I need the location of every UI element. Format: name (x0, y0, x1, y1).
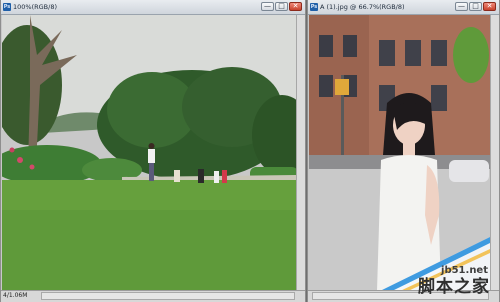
person (222, 170, 227, 183)
window-controls: — □ ✕ (261, 2, 302, 11)
vertical-scrollbar[interactable] (490, 15, 499, 291)
window-title: A (1).jpg @ 66.7%(RGB/8) (320, 3, 405, 11)
leaves (453, 27, 489, 83)
window-pane (405, 40, 421, 66)
window-titlebar[interactable]: Ps 100%(RGB/8) — □ ✕ (1, 0, 305, 15)
window-pane (319, 35, 333, 57)
minimize-button[interactable]: — (455, 2, 468, 11)
document-window-right: Ps A (1).jpg @ 66.7%(RGB/8) — □ ✕ (307, 0, 500, 302)
window-pane (343, 35, 357, 57)
neck (403, 143, 415, 157)
doc-size-readout: 4/1.06M (3, 292, 28, 299)
close-button[interactable]: ✕ (289, 2, 302, 11)
street-portrait-photo (309, 15, 490, 291)
person (149, 163, 154, 181)
window-pane (319, 75, 333, 97)
vertical-scrollbar[interactable] (296, 15, 305, 291)
flower (29, 164, 35, 170)
restore-button[interactable]: □ (469, 2, 482, 11)
person (148, 149, 155, 163)
person (148, 143, 155, 149)
window-pane (431, 85, 447, 111)
window-controls: — □ ✕ (455, 2, 496, 11)
status-bar: 4/1.06M (1, 290, 305, 302)
park-photo (2, 15, 296, 291)
window-pane (379, 40, 395, 66)
person (198, 169, 204, 183)
traffic-light (335, 79, 349, 95)
photoshop-doc-icon: Ps (3, 3, 11, 11)
flower (9, 147, 15, 153)
horizontal-scrollbar[interactable] (41, 292, 295, 300)
person (174, 170, 180, 182)
lawn-highlight (2, 180, 296, 210)
person (214, 171, 219, 183)
watermark-text: 脚本之家 (418, 277, 490, 297)
document-canvas[interactable] (2, 15, 296, 291)
restore-button[interactable]: □ (275, 2, 288, 11)
window-titlebar[interactable]: Ps A (1).jpg @ 66.7%(RGB/8) — □ ✕ (308, 0, 499, 15)
flower (17, 157, 23, 163)
photoshop-doc-icon: Ps (310, 3, 318, 11)
document-window-left: Ps 100%(RGB/8) — □ ✕ 4/1.06M (0, 0, 306, 302)
document-canvas[interactable] (309, 15, 490, 291)
close-button[interactable]: ✕ (483, 2, 496, 11)
window-pane (431, 40, 447, 66)
minimize-button[interactable]: — (261, 2, 274, 11)
parked-car (449, 160, 489, 182)
window-title: 100%(RGB/8) (13, 3, 57, 11)
